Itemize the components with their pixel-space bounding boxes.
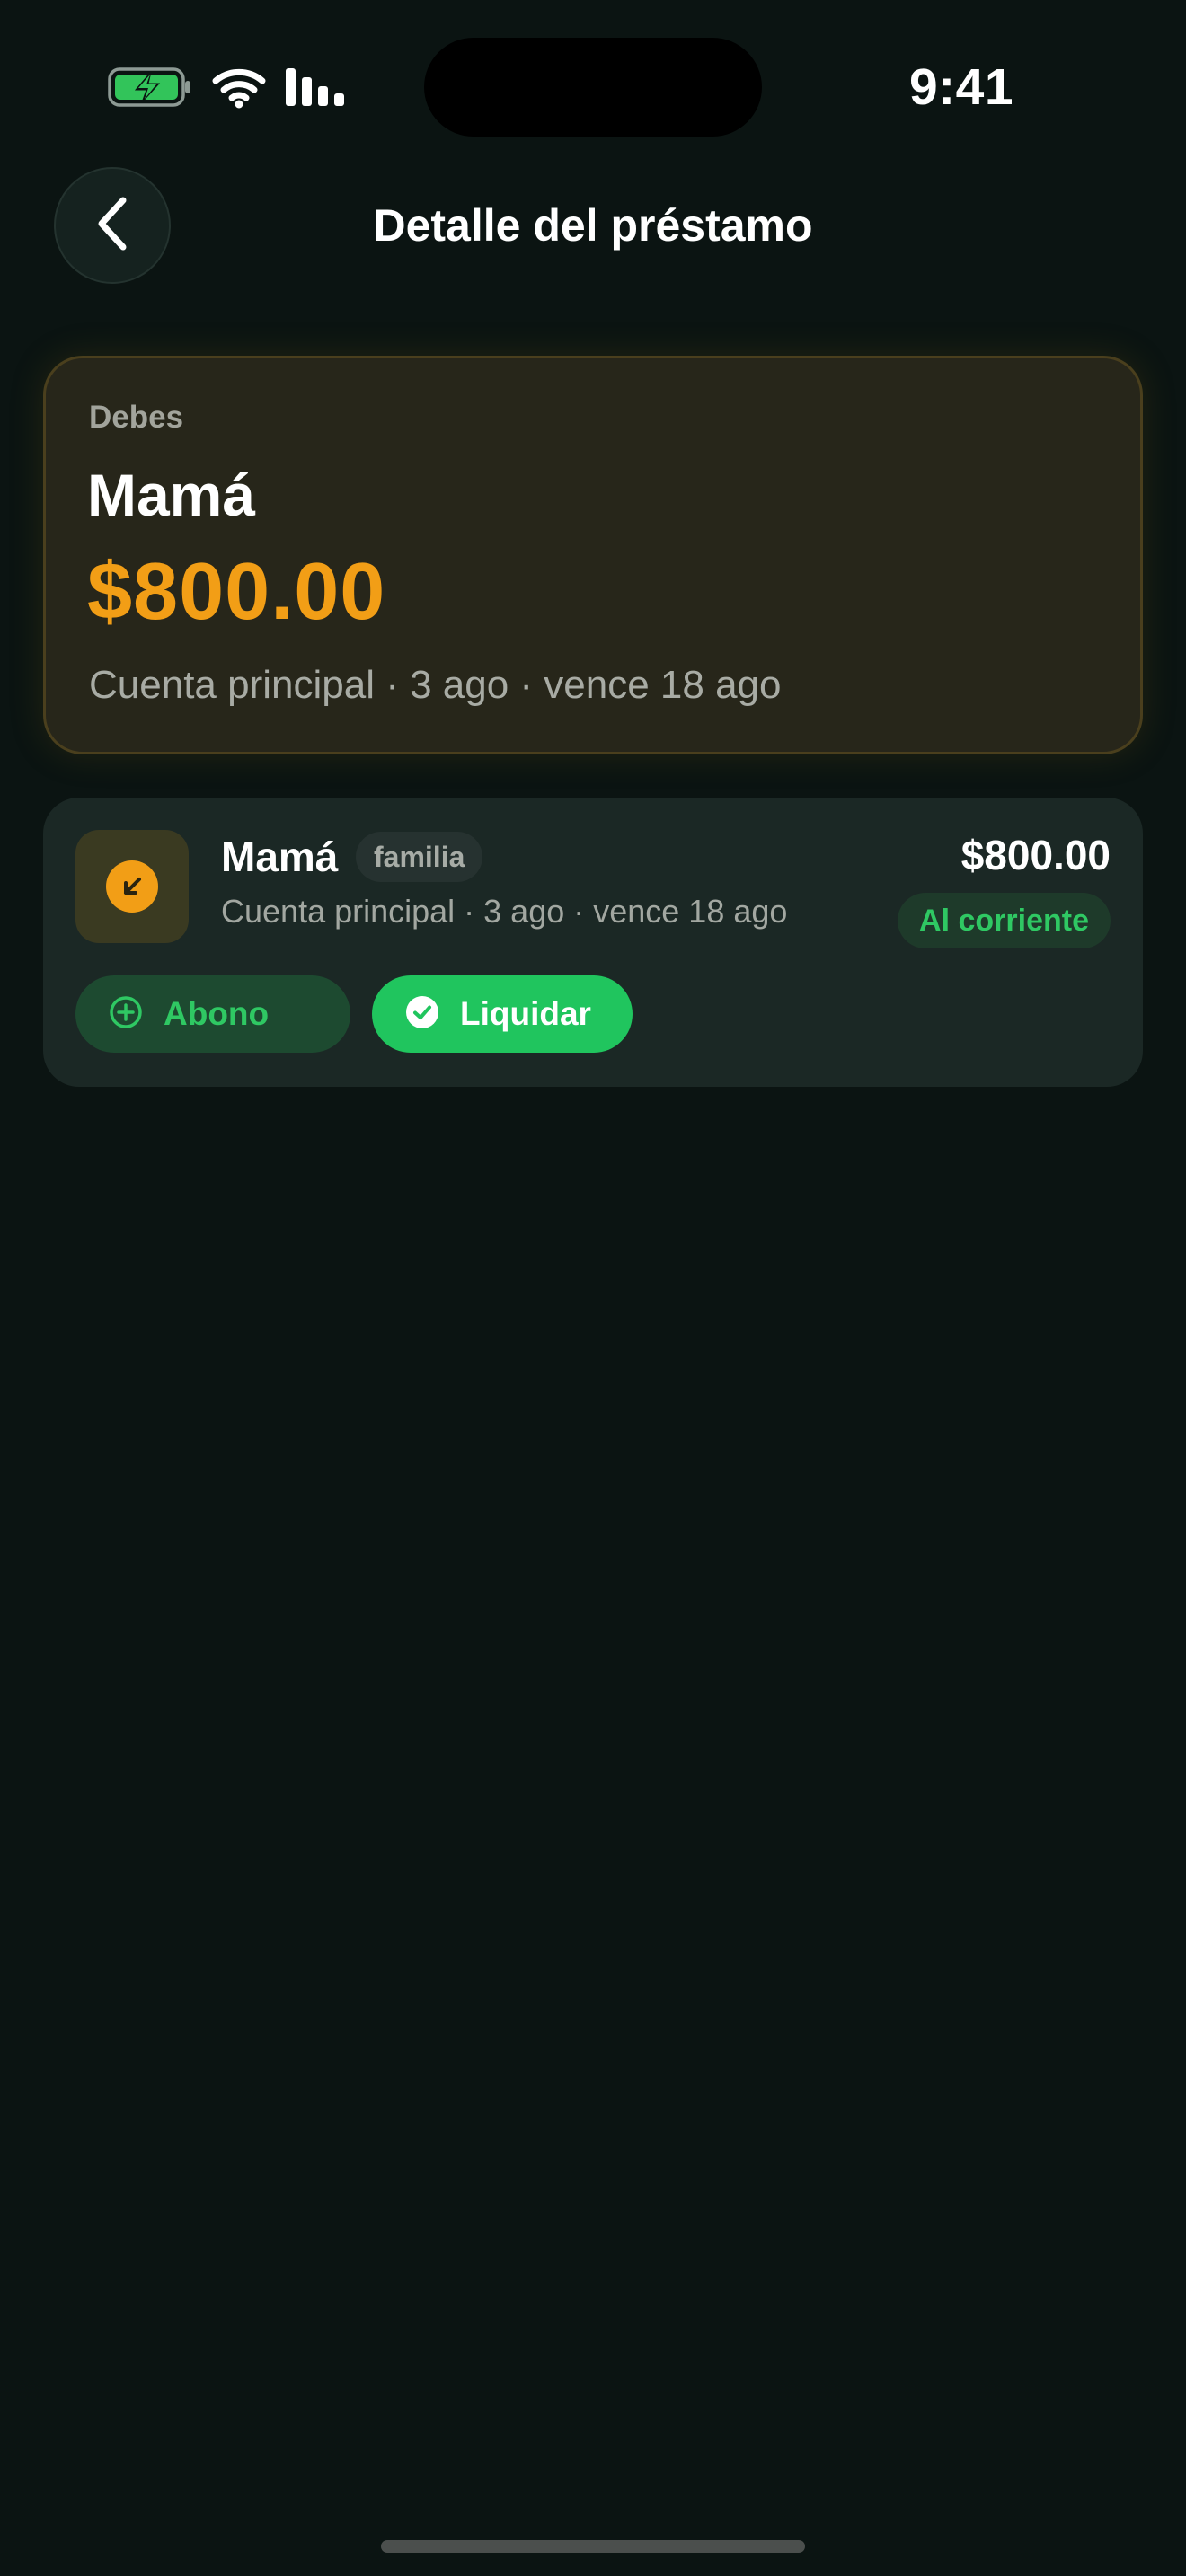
dynamic-island: [424, 38, 762, 137]
category-tag: familia: [356, 832, 483, 882]
page-title: Detalle del préstamo: [373, 200, 813, 251]
liquidar-button[interactable]: Liquidar: [372, 975, 633, 1053]
arrow-down-left-icon: [106, 860, 158, 913]
plus-circle-icon: [108, 994, 144, 1035]
chevron-left-icon: [93, 195, 132, 257]
loan-row-name: Mamá: [221, 834, 339, 880]
loan-amount: $800.00: [87, 547, 386, 637]
battery-charging-icon: [108, 66, 192, 108]
loan-type-icon-tile: [75, 830, 189, 943]
abono-button[interactable]: Abono: [75, 975, 350, 1053]
back-button[interactable]: [54, 167, 171, 284]
status-time: 9:41: [908, 58, 1014, 116]
check-circle-icon: [404, 994, 440, 1035]
loan-row-card[interactable]: Mamá familia Cuenta principal · 3 ago · …: [43, 798, 1143, 1087]
loan-row-meta: Cuenta principal · 3 ago · vence 18 ago: [221, 893, 788, 930]
status-bar: 9:41: [0, 0, 1186, 171]
loan-meta: Cuenta principal · 3 ago · vence 18 ago: [89, 663, 782, 707]
liquidar-button-label: Liquidar: [460, 995, 591, 1032]
signal-icon: [284, 66, 347, 108]
loan-row-amount: $800.00: [960, 832, 1111, 878]
loan-detail-screen: 9:41 Detalle del préstamo Debes Mamá $80…: [0, 0, 1186, 2576]
home-indicator: [381, 2540, 805, 2553]
loan-direction-label: Debes: [89, 400, 184, 435]
abono-button-label: Abono: [164, 995, 270, 1032]
status-badge: Al corriente: [898, 893, 1111, 948]
loan-summary-card: Debes Mamá $800.00 Cuenta principal · 3 …: [43, 356, 1143, 754]
counterparty-name: Mamá: [87, 462, 256, 528]
wifi-icon: [212, 65, 266, 110]
